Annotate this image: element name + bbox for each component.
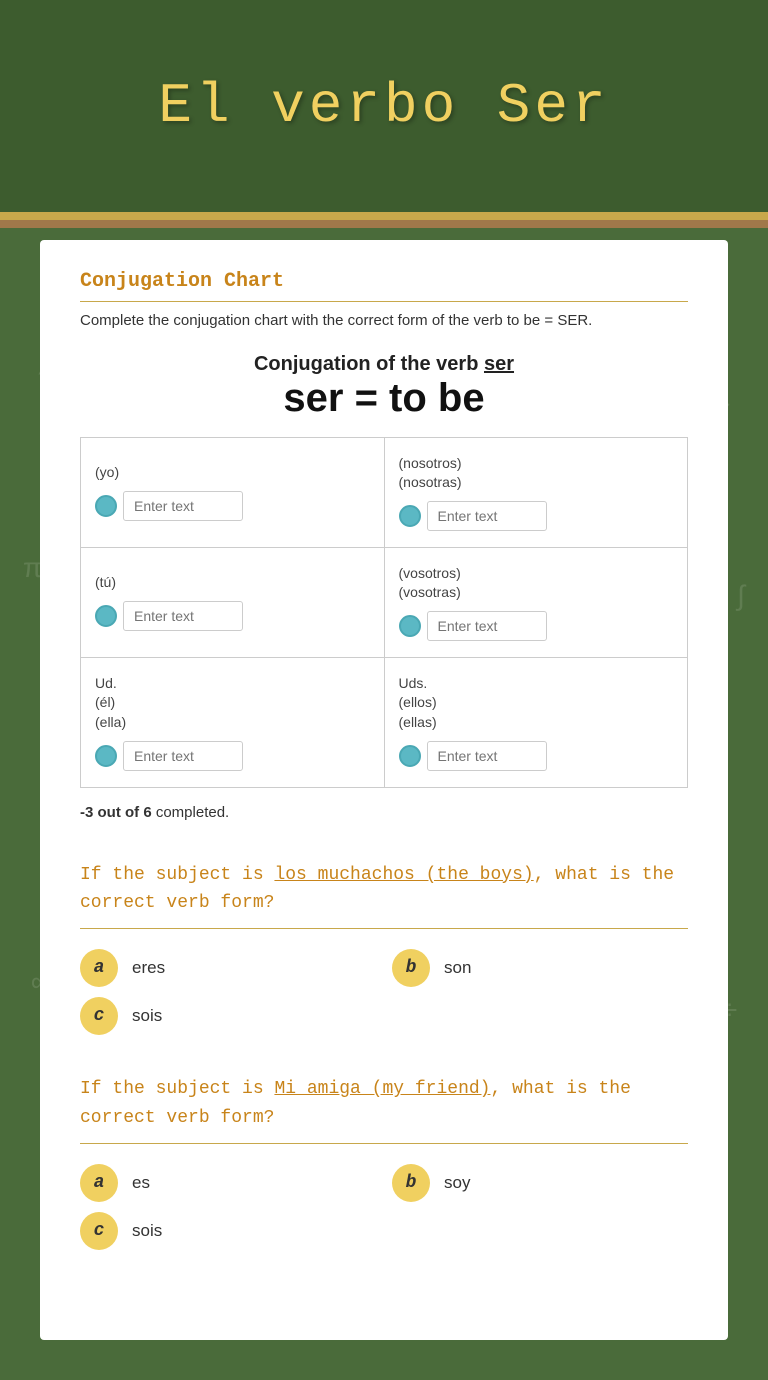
question1-options-grid: a eres b son (80, 949, 688, 987)
cell-nosotros: (nosotros)(nosotras) (384, 437, 688, 547)
input-ellos[interactable] (427, 741, 547, 771)
question1-divider (80, 928, 688, 929)
subject-yo: (yo) (95, 463, 370, 483)
option2-a-text: es (132, 1173, 150, 1193)
verb-meaning: ser = to be (80, 376, 688, 421)
input-vosotros[interactable] (427, 611, 547, 641)
teal-dot (95, 495, 117, 517)
question2-section: If the subject is Mi amiga (my friend), … (80, 1075, 688, 1250)
conjugation-chart-section: Conjugation Chart Complete the conjugati… (80, 270, 688, 821)
option2-b[interactable]: b soy (392, 1164, 688, 1202)
section-title: Conjugation Chart (80, 270, 688, 302)
option2-c[interactable]: c sois (80, 1212, 688, 1250)
option2-c-circle: c (80, 1212, 118, 1250)
input-row-ellos (399, 741, 674, 771)
option2-b-text: soy (444, 1173, 470, 1193)
teal-dot (399, 745, 421, 767)
subject-tu: (tú) (95, 573, 370, 593)
question2-subject: Mi amiga (my friend) (274, 1079, 490, 1099)
question2-text: If the subject is Mi amiga (my friend), … (80, 1075, 688, 1133)
teal-dot (399, 615, 421, 637)
section-description: Complete the conjugation chart with the … (80, 310, 688, 333)
option-a-text: eres (132, 958, 165, 978)
completion-text: completed. (156, 804, 229, 821)
option2-a-circle: a (80, 1164, 118, 1202)
completion-status: -3 out of 6 completed. (80, 804, 688, 821)
question1-subject: los muchachos (the boys) (274, 865, 533, 885)
input-el[interactable] (123, 741, 243, 771)
option-c-text: sois (132, 1006, 162, 1026)
table-row: (yo) (nosotros)(nosotras) (81, 437, 688, 547)
option-a-circle: a (80, 949, 118, 987)
teal-dot (95, 605, 117, 627)
subject-el: Ud.(él)(ella) (95, 674, 370, 733)
cell-vosotros: (vosotros)(vosotras) (384, 547, 688, 657)
input-yo[interactable] (123, 491, 243, 521)
subject-ellos: Uds.(ellos)(ellas) (399, 674, 674, 733)
cell-tu: (tú) (81, 547, 385, 657)
subject-vosotros: (vosotros)(vosotras) (399, 564, 674, 603)
option2-b-circle: b (392, 1164, 430, 1202)
input-nosotros[interactable] (427, 501, 547, 531)
cell-ellos: Uds.(ellos)(ellas) (384, 657, 688, 787)
option-b-circle: b (392, 949, 430, 987)
input-row-el (95, 741, 370, 771)
option2-c-text: sois (132, 1221, 162, 1241)
option-a[interactable]: a eres (80, 949, 376, 987)
chalkboard-header: El verbo Ser (0, 0, 768, 220)
page-title: El verbo Ser (158, 74, 609, 138)
cell-el: Ud.(él)(ella) (81, 657, 385, 787)
option-b-text: son (444, 958, 471, 978)
teal-dot (399, 505, 421, 527)
option-c[interactable]: c sois (80, 997, 688, 1035)
table-row: Ud.(él)(ella) Uds.(ellos)(ellas) (81, 657, 688, 787)
question2-options-grid: a es b soy (80, 1164, 688, 1202)
conjugation-table: (yo) (nosotros)(nosotras) (80, 437, 688, 788)
cell-yo: (yo) (81, 437, 385, 547)
main-content: Conjugation Chart Complete the conjugati… (40, 240, 728, 1340)
verb-title: Conjugation of the verb ser (80, 353, 688, 376)
option-c-circle: c (80, 997, 118, 1035)
completion-number: -3 out of 6 (80, 804, 152, 821)
question2-divider (80, 1143, 688, 1144)
subject-nosotros: (nosotros)(nosotras) (399, 454, 674, 493)
table-row: (tú) (vosotros)(vosotras) (81, 547, 688, 657)
input-row-nosotros (399, 501, 674, 531)
verb-underline: ser (484, 353, 514, 375)
input-row-vosotros (399, 611, 674, 641)
option-b[interactable]: b son (392, 949, 688, 987)
teal-dot (95, 745, 117, 767)
input-row-tu (95, 601, 370, 631)
question1-section: If the subject is los muchachos (the boy… (80, 861, 688, 1036)
conjugation-heading: Conjugation of the verb ser ser = to be (80, 353, 688, 421)
question1-text: If the subject is los muchachos (the boy… (80, 861, 688, 919)
input-row-yo (95, 491, 370, 521)
option2-a[interactable]: a es (80, 1164, 376, 1202)
input-tu[interactable] (123, 601, 243, 631)
